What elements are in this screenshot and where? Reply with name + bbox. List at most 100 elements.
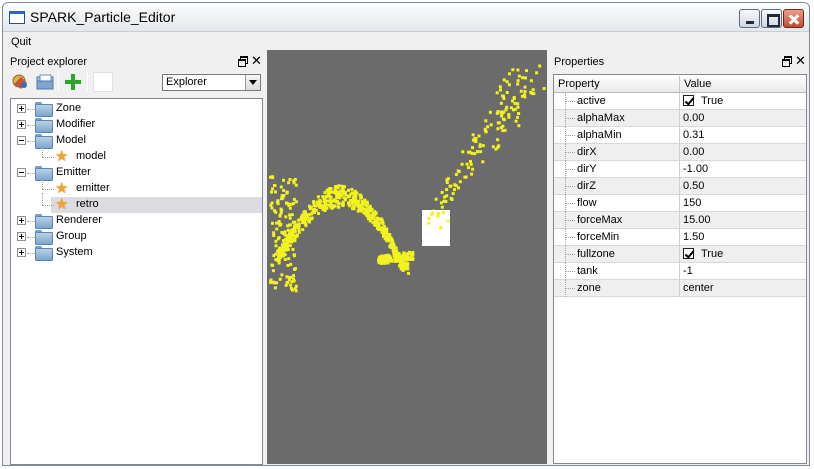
column-divider [679,144,680,161]
properties-title-bar[interactable]: Properties ✕ [551,54,809,70]
tree-connector [27,173,35,174]
chevron-down-icon[interactable] [245,75,260,90]
property-row-zone[interactable]: zone center [554,280,806,297]
property-value[interactable]: 15.00 [683,214,711,226]
add-button[interactable] [63,72,83,92]
float-icon[interactable] [781,55,792,67]
tree-connector [565,186,575,187]
minimize-button[interactable] [739,9,760,28]
property-row-dirz[interactable]: dirZ 0.50 [554,178,806,195]
tree-item-label: System [56,246,93,258]
menu-bar: Quit [3,33,809,51]
expand-icon[interactable] [17,120,26,129]
header-value[interactable]: Value [684,78,711,90]
collapse-icon[interactable] [17,136,26,145]
property-value[interactable]: 0.50 [683,180,704,192]
open-folder-button[interactable] [35,72,55,92]
star-icon: ★ [55,148,69,165]
tree-leaf-retro[interactable]: ★ retro [11,193,262,213]
property-row-flow[interactable]: flow 150 [554,195,806,212]
header-property[interactable]: Property [558,78,600,90]
project-tree[interactable]: Zone Modifier Model ★ model Emitter ★ emitter ★ r… [10,98,263,465]
checkbox-checked[interactable] [683,248,694,259]
toolbar-separator [58,73,59,91]
explorer-title-bar[interactable]: Project explorer ✕ [7,54,263,70]
app-window: SPARK_Particle_Editor Quit Project explo… [2,2,810,466]
property-name: dirY [577,163,597,175]
property-value[interactable]: 150 [683,197,701,209]
expand-icon[interactable] [17,104,26,113]
tree-item-zone[interactable]: Zone [11,101,262,117]
explorer-title: Project explorer [10,56,88,68]
open-folder-icon [36,74,54,90]
checkbox-checked[interactable] [683,95,694,106]
maximize-button[interactable] [761,9,782,28]
property-row-fullzone[interactable]: fullzone True [554,246,806,263]
property-value[interactable]: 0.00 [683,112,704,124]
column-divider [679,263,680,280]
tree-leaf-label: model [76,150,106,162]
close-button[interactable] [783,9,804,28]
particle-canvas[interactable] [267,50,551,464]
tree-connector [565,101,575,102]
column-divider [679,229,680,246]
collapse-icon[interactable] [17,168,26,177]
expand-icon[interactable] [17,232,26,241]
property-value[interactable]: center [683,282,714,294]
tree-leaf-model[interactable]: ★ model [11,145,262,165]
tree-item-group[interactable]: Group [11,229,262,245]
tree-connector [565,169,575,170]
property-value[interactable]: -1 [683,265,693,277]
tree-leaf-emitter[interactable]: ★ emitter [11,177,262,197]
folder-icon [35,118,53,133]
property-name: forceMin [577,231,620,243]
tree-item-label: Zone [56,102,82,114]
property-row-active[interactable]: active True [554,93,806,110]
property-value[interactable]: True [701,95,723,107]
menu-quit[interactable]: Quit [11,36,31,48]
tree-leaf-label: retro [76,198,99,210]
emitter-zone [422,210,450,246]
tree-item-label: Renderer [56,214,102,226]
tree-connector [42,145,43,157]
tree-item-modifier[interactable]: Modifier [11,117,262,133]
tree-connector [565,118,575,119]
property-row-alphamax[interactable]: alphaMax 0.00 [554,110,806,127]
property-value[interactable]: 1.50 [683,231,704,243]
folder-icon [35,246,53,261]
float-icon[interactable] [237,55,248,67]
dock-close-icon[interactable]: ✕ [795,54,806,67]
tree-item-emitter[interactable]: Emitter [11,165,262,181]
tree-item-system[interactable]: System [11,245,262,261]
property-value[interactable]: 0.31 [683,129,704,141]
folder-icon [35,102,53,117]
header-divider[interactable] [679,76,680,92]
property-row-forcemin[interactable]: forceMin 1.50 [554,229,806,246]
tree-connector [565,135,575,136]
property-row-tank[interactable]: tank -1 [554,263,806,280]
explorer-view-select[interactable]: Explorer [162,74,261,91]
properties-header: Property Value [554,75,806,93]
property-row-forcemax[interactable]: forceMax 15.00 [554,212,806,229]
property-name: zone [577,282,601,294]
expand-icon[interactable] [17,216,26,225]
properties-table: Property Value active True alphaMax 0.00 alp… [553,74,807,464]
property-row-diry[interactable]: dirY -1.00 [554,161,806,178]
property-value[interactable]: True [701,248,723,260]
title-bar[interactable]: SPARK_Particle_Editor [3,3,809,32]
window-title: SPARK_Particle_Editor [30,9,176,25]
open-project-button[interactable] [11,72,31,92]
dock-close-icon[interactable]: ✕ [251,54,262,67]
tree-item-model[interactable]: Model [11,133,262,149]
property-value[interactable]: -1.00 [683,163,708,175]
tree-connector [565,237,575,238]
particle-viewport[interactable] [267,50,551,464]
tree-item-renderer[interactable]: Renderer [11,213,262,229]
tree-connector [27,125,35,126]
property-row-dirx[interactable]: dirX 0.00 [554,144,806,161]
property-value[interactable]: 0.00 [683,146,704,158]
property-row-alphamin[interactable]: alphaMin 0.31 [554,127,806,144]
blank-button[interactable] [93,72,113,92]
expand-icon[interactable] [17,248,26,257]
folder-icon [35,134,53,149]
